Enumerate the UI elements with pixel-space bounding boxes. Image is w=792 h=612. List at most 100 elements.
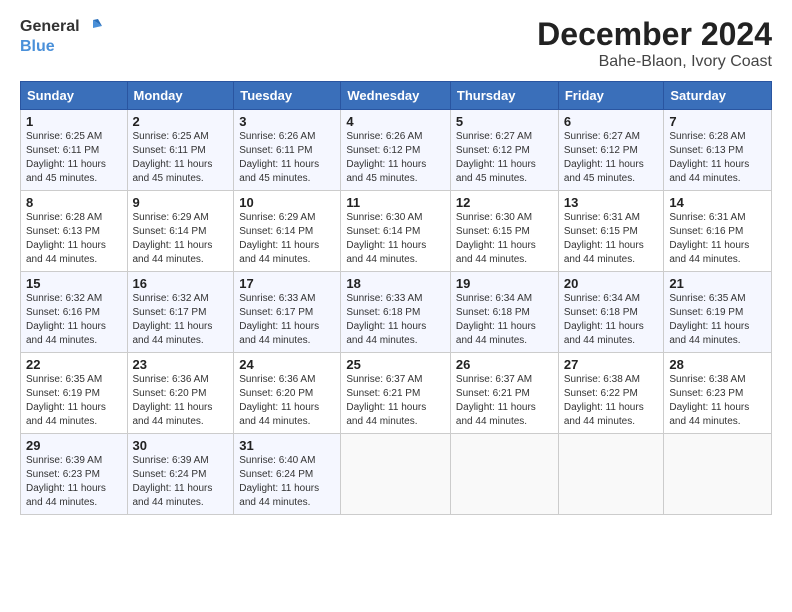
day-info: Sunrise: 6:27 AM Sunset: 6:12 PM Dayligh… [564,130,659,186]
col-sunday: Sunday [21,82,128,110]
day-info: Sunrise: 6:29 AM Sunset: 6:14 PM Dayligh… [239,211,335,267]
logo: General Blue [20,16,104,56]
day-number: 3 [239,114,335,129]
day-info: Sunrise: 6:25 AM Sunset: 6:11 PM Dayligh… [133,130,229,186]
day-number: 4 [346,114,445,129]
day-number: 23 [133,357,229,372]
calendar-week-row: 1Sunrise: 6:25 AM Sunset: 6:11 PM Daylig… [21,110,772,191]
day-info: Sunrise: 6:32 AM Sunset: 6:17 PM Dayligh… [133,292,229,348]
table-row: 25Sunrise: 6:37 AM Sunset: 6:21 PM Dayli… [341,353,451,434]
table-row: 23Sunrise: 6:36 AM Sunset: 6:20 PM Dayli… [127,353,234,434]
col-saturday: Saturday [664,82,772,110]
day-info: Sunrise: 6:30 AM Sunset: 6:14 PM Dayligh… [346,211,445,267]
table-row: 26Sunrise: 6:37 AM Sunset: 6:21 PM Dayli… [450,353,558,434]
table-row: 27Sunrise: 6:38 AM Sunset: 6:22 PM Dayli… [558,353,664,434]
table-row: 13Sunrise: 6:31 AM Sunset: 6:15 PM Dayli… [558,191,664,272]
day-number: 8 [26,195,122,210]
table-row: 22Sunrise: 6:35 AM Sunset: 6:19 PM Dayli… [21,353,128,434]
calendar-header-row: Sunday Monday Tuesday Wednesday Thursday… [21,82,772,110]
day-number: 21 [669,276,766,291]
day-number: 16 [133,276,229,291]
day-number: 6 [564,114,659,129]
day-number: 5 [456,114,553,129]
header: General Blue December 2024 Bahe-Blaon, I… [20,16,772,71]
day-number: 26 [456,357,553,372]
day-number: 20 [564,276,659,291]
table-row: 5Sunrise: 6:27 AM Sunset: 6:12 PM Daylig… [450,110,558,191]
table-row: 12Sunrise: 6:30 AM Sunset: 6:15 PM Dayli… [450,191,558,272]
calendar-week-row: 22Sunrise: 6:35 AM Sunset: 6:19 PM Dayli… [21,353,772,434]
day-info: Sunrise: 6:25 AM Sunset: 6:11 PM Dayligh… [26,130,122,186]
day-info: Sunrise: 6:32 AM Sunset: 6:16 PM Dayligh… [26,292,122,348]
day-number: 31 [239,438,335,453]
day-info: Sunrise: 6:39 AM Sunset: 6:23 PM Dayligh… [26,454,122,510]
page: General Blue December 2024 Bahe-Blaon, I… [0,0,792,612]
day-info: Sunrise: 6:38 AM Sunset: 6:23 PM Dayligh… [669,373,766,429]
day-info: Sunrise: 6:39 AM Sunset: 6:24 PM Dayligh… [133,454,229,510]
table-row: 31Sunrise: 6:40 AM Sunset: 6:24 PM Dayli… [234,434,341,515]
table-row [341,434,451,515]
day-number: 18 [346,276,445,291]
main-title: December 2024 [537,16,772,53]
day-info: Sunrise: 6:27 AM Sunset: 6:12 PM Dayligh… [456,130,553,186]
table-row: 2Sunrise: 6:25 AM Sunset: 6:11 PM Daylig… [127,110,234,191]
col-thursday: Thursday [450,82,558,110]
table-row [450,434,558,515]
day-info: Sunrise: 6:36 AM Sunset: 6:20 PM Dayligh… [239,373,335,429]
calendar-table: Sunday Monday Tuesday Wednesday Thursday… [20,81,772,515]
day-info: Sunrise: 6:28 AM Sunset: 6:13 PM Dayligh… [26,211,122,267]
col-tuesday: Tuesday [234,82,341,110]
logo-blue: Blue [20,38,55,56]
day-number: 27 [564,357,659,372]
day-info: Sunrise: 6:33 AM Sunset: 6:18 PM Dayligh… [346,292,445,348]
table-row: 6Sunrise: 6:27 AM Sunset: 6:12 PM Daylig… [558,110,664,191]
table-row: 29Sunrise: 6:39 AM Sunset: 6:23 PM Dayli… [21,434,128,515]
table-row: 21Sunrise: 6:35 AM Sunset: 6:19 PM Dayli… [664,272,772,353]
calendar-week-row: 29Sunrise: 6:39 AM Sunset: 6:23 PM Dayli… [21,434,772,515]
table-row: 8Sunrise: 6:28 AM Sunset: 6:13 PM Daylig… [21,191,128,272]
day-number: 2 [133,114,229,129]
day-number: 9 [133,195,229,210]
table-row: 15Sunrise: 6:32 AM Sunset: 6:16 PM Dayli… [21,272,128,353]
day-info: Sunrise: 6:37 AM Sunset: 6:21 PM Dayligh… [346,373,445,429]
table-row: 7Sunrise: 6:28 AM Sunset: 6:13 PM Daylig… [664,110,772,191]
day-number: 1 [26,114,122,129]
day-number: 11 [346,195,445,210]
day-number: 14 [669,195,766,210]
col-friday: Friday [558,82,664,110]
table-row: 30Sunrise: 6:39 AM Sunset: 6:24 PM Dayli… [127,434,234,515]
day-info: Sunrise: 6:35 AM Sunset: 6:19 PM Dayligh… [26,373,122,429]
table-row: 17Sunrise: 6:33 AM Sunset: 6:17 PM Dayli… [234,272,341,353]
table-row: 24Sunrise: 6:36 AM Sunset: 6:20 PM Dayli… [234,353,341,434]
day-info: Sunrise: 6:29 AM Sunset: 6:14 PM Dayligh… [133,211,229,267]
table-row: 28Sunrise: 6:38 AM Sunset: 6:23 PM Dayli… [664,353,772,434]
day-number: 29 [26,438,122,453]
day-info: Sunrise: 6:38 AM Sunset: 6:22 PM Dayligh… [564,373,659,429]
day-info: Sunrise: 6:34 AM Sunset: 6:18 PM Dayligh… [564,292,659,348]
table-row: 19Sunrise: 6:34 AM Sunset: 6:18 PM Dayli… [450,272,558,353]
logo-bird-icon [82,16,104,38]
day-number: 24 [239,357,335,372]
day-info: Sunrise: 6:37 AM Sunset: 6:21 PM Dayligh… [456,373,553,429]
table-row [558,434,664,515]
day-number: 10 [239,195,335,210]
calendar-week-row: 8Sunrise: 6:28 AM Sunset: 6:13 PM Daylig… [21,191,772,272]
table-row [664,434,772,515]
day-number: 17 [239,276,335,291]
day-number: 13 [564,195,659,210]
day-info: Sunrise: 6:31 AM Sunset: 6:15 PM Dayligh… [564,211,659,267]
day-number: 22 [26,357,122,372]
table-row: 20Sunrise: 6:34 AM Sunset: 6:18 PM Dayli… [558,272,664,353]
day-number: 25 [346,357,445,372]
day-info: Sunrise: 6:35 AM Sunset: 6:19 PM Dayligh… [669,292,766,348]
table-row: 18Sunrise: 6:33 AM Sunset: 6:18 PM Dayli… [341,272,451,353]
day-info: Sunrise: 6:31 AM Sunset: 6:16 PM Dayligh… [669,211,766,267]
day-number: 7 [669,114,766,129]
title-block: December 2024 Bahe-Blaon, Ivory Coast [537,16,772,71]
day-number: 30 [133,438,229,453]
day-number: 15 [26,276,122,291]
table-row: 11Sunrise: 6:30 AM Sunset: 6:14 PM Dayli… [341,191,451,272]
subtitle: Bahe-Blaon, Ivory Coast [537,53,772,71]
table-row: 4Sunrise: 6:26 AM Sunset: 6:12 PM Daylig… [341,110,451,191]
day-number: 19 [456,276,553,291]
